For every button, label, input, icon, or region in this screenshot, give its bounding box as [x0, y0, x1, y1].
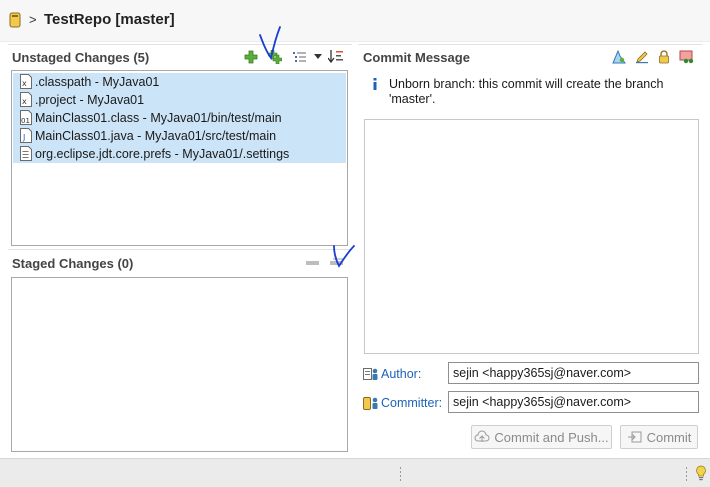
list-item[interactable]: J MainClass01.java - MyJava01/src/test/m…: [13, 127, 346, 145]
signed-off-icon[interactable]: [611, 49, 627, 65]
unstaged-file-list[interactable]: x .classpath - MyJava01 x .project - MyJ…: [11, 70, 348, 246]
svg-text:x: x: [22, 79, 27, 88]
sort-icon[interactable]: [328, 49, 344, 65]
page-title: TestRepo [master]: [44, 11, 175, 28]
check-mark-annotation: [333, 245, 355, 268]
staged-header: Staged Changes (0): [12, 252, 348, 274]
presentation-icon[interactable]: [292, 49, 308, 65]
lightbulb-icon[interactable]: [695, 465, 707, 481]
status-bar: [0, 458, 710, 487]
author-field[interactable]: [448, 362, 699, 384]
author-icon: [363, 368, 378, 380]
svg-text:J: J: [22, 133, 25, 142]
commit-button[interactable]: Commit: [620, 425, 698, 449]
unstaged-title: Unstaged Changes (5): [12, 49, 150, 65]
check-mark-annotation: [259, 26, 281, 61]
change-id-icon[interactable]: [679, 49, 695, 65]
list-item[interactable]: x .project - MyJava01: [13, 91, 346, 109]
info-icon: [373, 78, 377, 90]
file-x-icon: x: [20, 74, 32, 89]
file-label: .project - MyJava01: [35, 93, 145, 107]
dropdown-icon[interactable]: [310, 49, 326, 65]
sign-commit-icon[interactable]: [656, 49, 672, 65]
push-icon: [474, 430, 490, 442]
commit-and-push-label: Commit and Push...: [494, 429, 609, 445]
file-label: org.eclipse.jdt.core.prefs - MyJava01/.s…: [35, 147, 290, 161]
staged-file-list[interactable]: [11, 277, 348, 452]
committer-icon: [363, 397, 378, 410]
title-chevron: >: [29, 12, 37, 27]
staged-title: Staged Changes (0): [12, 255, 134, 271]
java-file-icon: J: [20, 128, 32, 143]
list-item[interactable]: 01 MainClass01.class - MyJava01/bin/test…: [13, 109, 346, 127]
text-file-icon: [20, 146, 32, 161]
remove-from-index-icon[interactable]: [305, 255, 321, 271]
amend-icon[interactable]: [634, 49, 650, 65]
repository-icon: [9, 12, 21, 28]
file-x-icon: x: [20, 92, 32, 107]
commit-icon: [627, 431, 642, 443]
commit-title: Commit Message: [363, 49, 470, 65]
commit-and-push-button[interactable]: Commit and Push...: [471, 425, 612, 449]
svg-text:x: x: [22, 97, 27, 106]
file-label: MainClass01.class - MyJava01/bin/test/ma…: [35, 111, 282, 125]
list-item[interactable]: x .classpath - MyJava01: [13, 73, 346, 91]
file-label: .classpath - MyJava01: [35, 75, 160, 89]
committer-field[interactable]: [448, 391, 699, 413]
title-bar: > TestRepo [master]: [0, 0, 710, 42]
author-label[interactable]: Author:: [381, 366, 421, 382]
commit-header: Commit Message: [363, 46, 603, 68]
svg-text:01: 01: [21, 117, 30, 125]
class-file-icon: 01: [20, 110, 32, 125]
status-grip-icon: [686, 467, 687, 481]
status-grip-icon: [400, 467, 401, 481]
list-item[interactable]: org.eclipse.jdt.core.prefs - MyJava01/.s…: [13, 145, 346, 163]
unborn-branch-info: Unborn branch: this commit will create t…: [389, 77, 664, 106]
commit-label: Commit: [646, 429, 692, 445]
commit-message-input[interactable]: [364, 119, 699, 354]
committer-label[interactable]: Committer:: [381, 395, 442, 411]
add-to-index-icon[interactable]: [243, 49, 259, 65]
file-label: MainClass01.java - MyJava01/src/test/mai…: [35, 129, 277, 143]
